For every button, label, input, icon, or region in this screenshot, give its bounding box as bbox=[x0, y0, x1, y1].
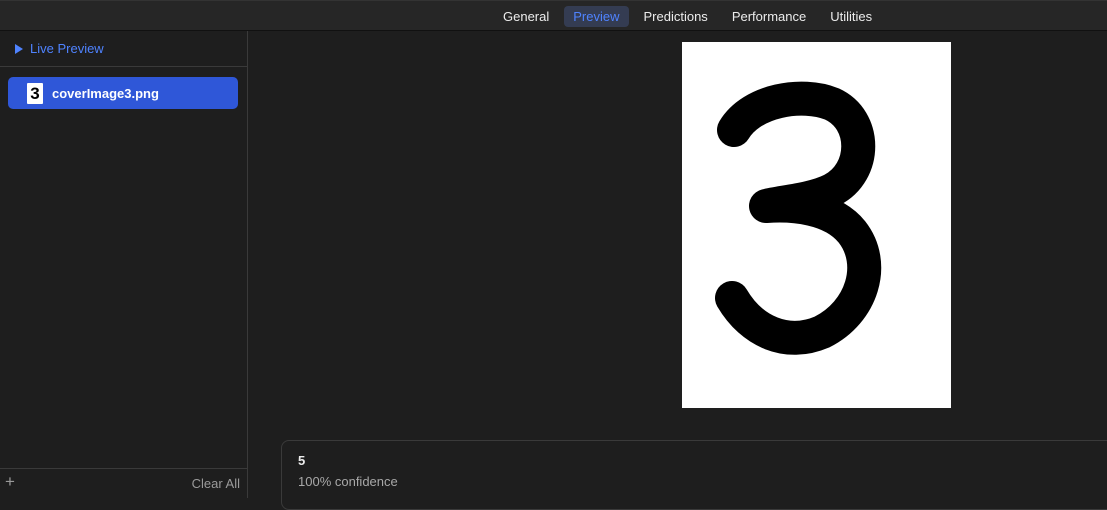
top-toolbar: General Preview Predictions Performance … bbox=[0, 0, 1107, 31]
clear-all-button[interactable]: Clear All bbox=[192, 476, 240, 491]
tab-general[interactable]: General bbox=[494, 6, 558, 27]
play-icon bbox=[15, 43, 23, 54]
tab-utilities[interactable]: Utilities bbox=[821, 6, 881, 27]
live-preview-label: Live Preview bbox=[30, 41, 104, 56]
sidebar: Live Preview 3 coverImage3.png + Clear A… bbox=[0, 31, 248, 498]
digit-three-drawing bbox=[715, 81, 882, 355]
prediction-result-panel: 5 100% confidence bbox=[281, 440, 1107, 510]
predicted-label: 5 bbox=[298, 453, 306, 468]
sidebar-divider bbox=[0, 66, 247, 67]
tab-bar: General Preview Predictions Performance … bbox=[494, 6, 881, 27]
file-list-item[interactable]: 3 coverImage3.png bbox=[8, 77, 238, 109]
file-thumbnail: 3 bbox=[27, 82, 43, 104]
file-name: coverImage3.png bbox=[52, 85, 159, 101]
tab-predictions[interactable]: Predictions bbox=[635, 6, 717, 27]
preview-image bbox=[682, 42, 951, 408]
tab-preview[interactable]: Preview bbox=[564, 6, 629, 27]
confidence-text: 100% confidence bbox=[298, 474, 398, 489]
plus-icon[interactable]: + bbox=[5, 473, 15, 490]
tab-performance[interactable]: Performance bbox=[723, 6, 815, 27]
sidebar-footer: + Clear All bbox=[0, 468, 247, 498]
live-preview-button[interactable]: Live Preview bbox=[15, 41, 104, 56]
